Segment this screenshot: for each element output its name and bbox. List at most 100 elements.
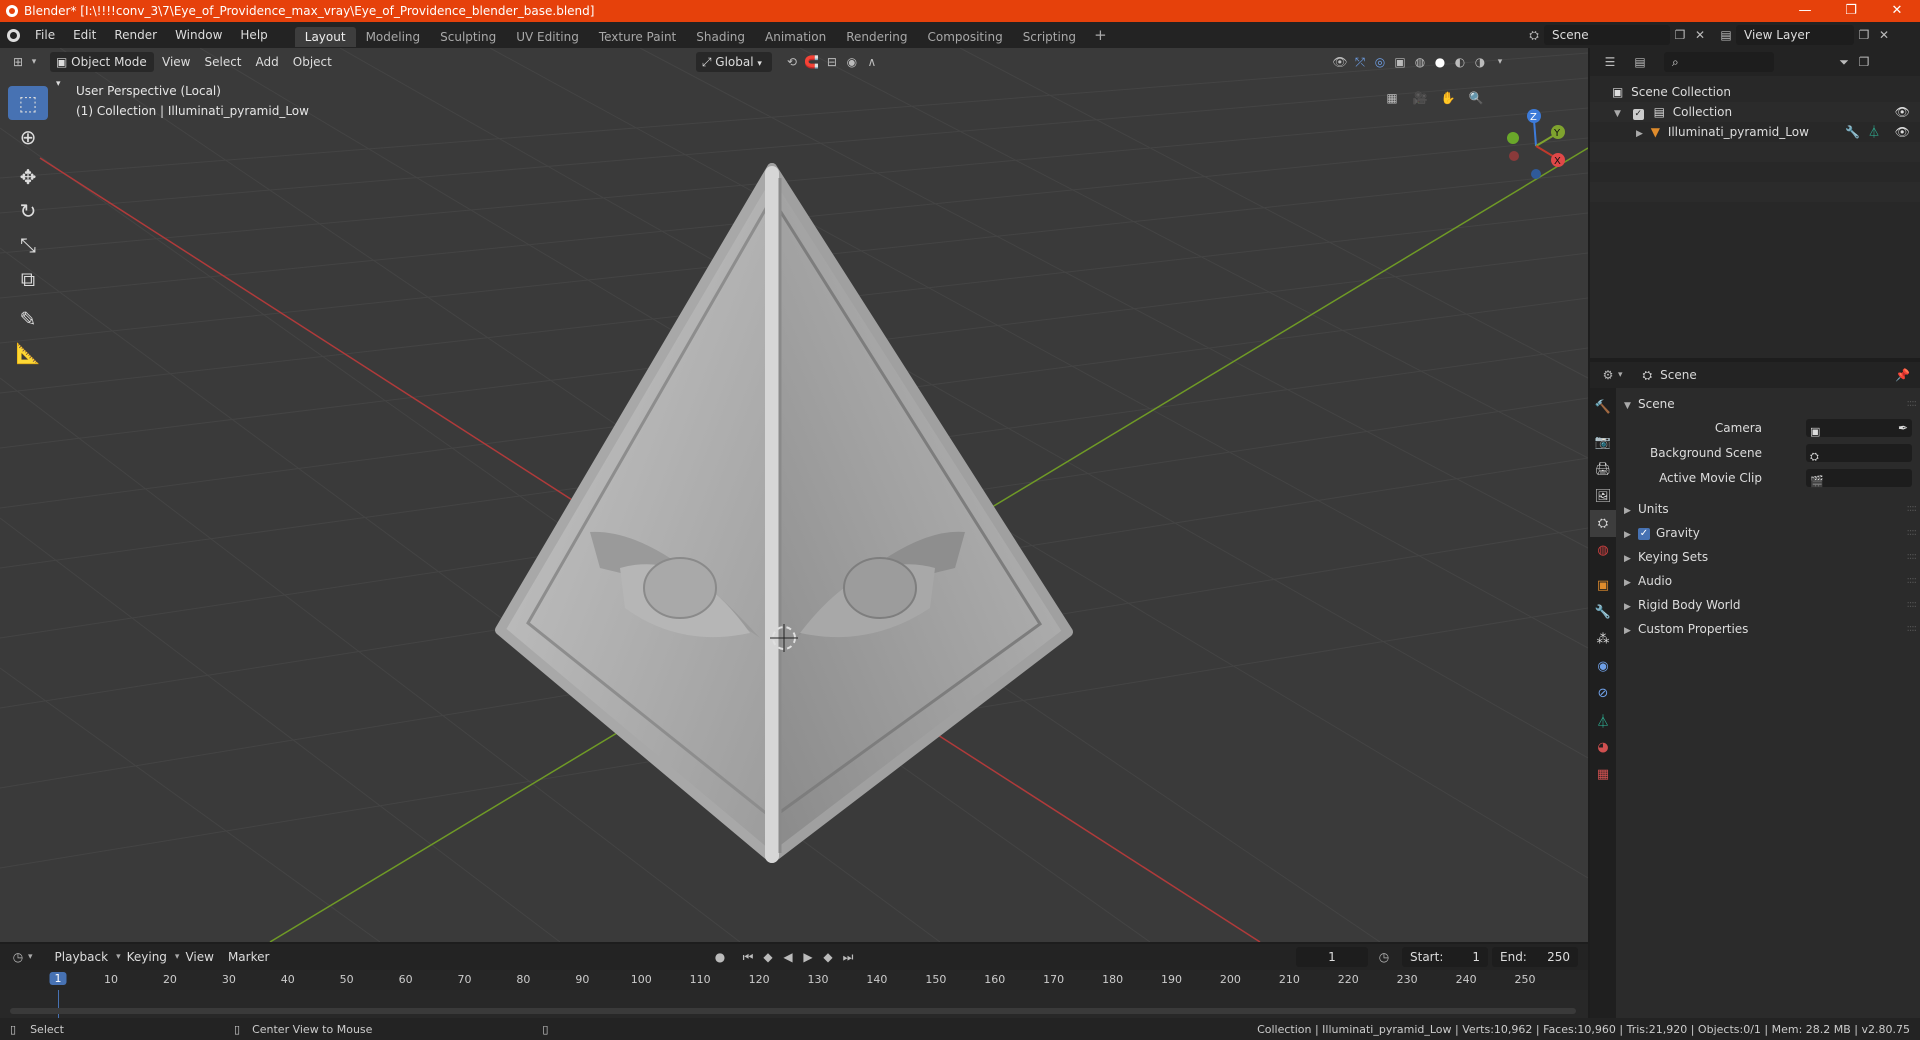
cursor-tool-icon[interactable]: ⊕	[8, 120, 48, 154]
scale-tool-icon[interactable]: ⤡	[8, 228, 48, 262]
view-layer-icon[interactable]: ▤	[1716, 25, 1736, 45]
play-reverse-icon[interactable]: ◀	[778, 947, 798, 967]
chevron-down-icon[interactable]: ▾	[1618, 370, 1623, 380]
tab-object-icon[interactable]: ▣	[1590, 572, 1616, 599]
timeline-scrollbar[interactable]	[10, 1008, 1576, 1014]
tab-texture-paint[interactable]: Texture Paint	[589, 27, 686, 47]
filter-icon[interactable]: ⏷	[1834, 52, 1854, 72]
tab-view-layer-icon[interactable]: 🖼	[1590, 483, 1616, 510]
outliner-object[interactable]: ▶ ▼ Illuminati_pyramid_Low 🔧 ⏃ 👁	[1590, 122, 1920, 142]
menu-add[interactable]: Add	[250, 52, 285, 72]
move-tool-icon[interactable]: ✥	[8, 160, 48, 194]
measure-tool-icon[interactable]: 📐	[8, 336, 48, 370]
shading-options-icon[interactable]: ▾	[1490, 52, 1510, 72]
record-icon[interactable]: ●	[710, 947, 730, 967]
units-panel[interactable]: ▶ Units::::	[1624, 497, 1920, 521]
jump-start-icon[interactable]: ⏮	[738, 947, 758, 967]
snap-icon[interactable]: 🧲	[802, 52, 822, 72]
collection-checkbox[interactable]: ✓	[1632, 109, 1644, 120]
menu-object[interactable]: Object	[287, 52, 338, 72]
menu-help[interactable]: Help	[231, 22, 276, 48]
transform-tool-icon[interactable]: ⧉	[8, 262, 48, 296]
outliner-search-input[interactable]: ⌕	[1664, 52, 1774, 72]
menu-marker[interactable]: Marker	[222, 947, 275, 967]
camera-field[interactable]: ▣ ✒	[1806, 416, 1912, 440]
chevron-down-icon[interactable]: ▾	[28, 52, 40, 72]
editor-type-icon[interactable]: ⊞	[8, 52, 28, 72]
active-movie-clip-field[interactable]: 🎬	[1806, 469, 1912, 488]
tab-tool-icon[interactable]: 🔨	[1590, 394, 1616, 421]
tab-shading[interactable]: Shading	[686, 27, 755, 47]
menu-keying[interactable]: Keying	[121, 947, 173, 967]
scene-field[interactable]: Scene	[1544, 25, 1670, 45]
menu-view[interactable]: View	[156, 52, 196, 72]
material-shading-icon[interactable]: ◐	[1450, 52, 1470, 72]
tab-particles-icon[interactable]: ⁂	[1590, 626, 1616, 653]
tab-modifiers-icon[interactable]: 🔧	[1590, 599, 1616, 626]
pin-icon[interactable]: 📌	[1895, 368, 1910, 382]
menu-window[interactable]: Window	[166, 22, 231, 48]
tab-sculpting[interactable]: Sculpting	[430, 27, 506, 47]
snap-target-icon[interactable]: ⊟	[822, 52, 842, 72]
menu-select[interactable]: Select	[198, 52, 247, 72]
menu-edit[interactable]: Edit	[64, 22, 105, 48]
gizmo-toggle-icon[interactable]: ⤱	[1350, 52, 1370, 72]
frame-ruler[interactable]: 1 10 20 30 40 50 60 70 80 90 100 110 120 130 140 150 160…	[0, 970, 1588, 990]
background-scene-field[interactable]: ⛭	[1806, 444, 1912, 463]
preview-range-icon[interactable]: ◷	[1374, 947, 1394, 967]
tab-material-icon[interactable]: ◕	[1590, 734, 1616, 761]
outliner-editor-icon[interactable]: ☰	[1600, 52, 1620, 72]
pan-hand-icon[interactable]: ✋	[1438, 88, 1458, 108]
tab-layout[interactable]: Layout	[294, 26, 356, 47]
chevron-down-icon[interactable]: ▾	[28, 952, 33, 962]
tab-world-icon[interactable]: ◍	[1590, 537, 1616, 564]
eyedropper-icon[interactable]: ✒	[1898, 416, 1908, 440]
camera-view-icon[interactable]: 🎥	[1410, 88, 1430, 108]
menu-playback[interactable]: Playback	[49, 947, 115, 967]
tab-uv-editing[interactable]: UV Editing	[506, 27, 589, 47]
solid-shading-icon[interactable]: ●	[1430, 52, 1450, 72]
rotate-tool-icon[interactable]: ↻	[8, 194, 48, 228]
object-eye-icon[interactable]: 👁	[1895, 122, 1910, 142]
menu-file[interactable]: File	[26, 22, 64, 48]
overlay-toggle-icon[interactable]: ◎	[1370, 52, 1390, 72]
tab-texture-icon[interactable]: ▦	[1590, 761, 1616, 788]
view-layer-field[interactable]: View Layer	[1736, 25, 1854, 45]
custom-properties-panel[interactable]: ▶ Custom Properties::::	[1624, 617, 1920, 641]
minimize-button[interactable]: —	[1782, 0, 1828, 22]
tab-output-icon[interactable]: 🖨	[1590, 456, 1616, 483]
scene-icon[interactable]: ⛭	[1524, 25, 1544, 45]
annotate-tool-icon[interactable]: ✎	[8, 302, 48, 336]
properties-editor-icon[interactable]: ⚙	[1598, 365, 1618, 385]
transform-orientation[interactable]: ⤢ Global ▾	[695, 52, 772, 72]
close-button[interactable]: ✕	[1874, 0, 1920, 22]
collection-eye-icon[interactable]: 👁	[1895, 102, 1910, 122]
next-keyframe-icon[interactable]: ◆	[818, 947, 838, 967]
falloff-icon[interactable]: ∧	[862, 52, 882, 72]
ortho-toggle-icon[interactable]: ▦	[1382, 88, 1402, 108]
outliner-scene-collection[interactable]: ▣ Scene Collection	[1590, 82, 1920, 102]
tab-render-icon[interactable]: 📷	[1590, 429, 1616, 456]
pivot-point-icon[interactable]: ⟲	[782, 52, 802, 72]
collapse-triangle-icon[interactable]: ▶	[1636, 129, 1643, 139]
modifier-wrench-icon[interactable]: 🔧	[1845, 122, 1860, 142]
new-scene-icon[interactable]: ❐	[1670, 25, 1690, 45]
mode-selector[interactable]: ▣ Object Mode ▾	[50, 52, 154, 89]
play-icon[interactable]: ▶	[798, 947, 818, 967]
tab-physics-icon[interactable]: ◉	[1590, 653, 1616, 680]
visibility-icon[interactable]: 👁	[1330, 52, 1350, 72]
tab-compositing[interactable]: Compositing	[917, 27, 1012, 47]
scene-panel-header[interactable]: ▼ Scene ::::	[1624, 392, 1920, 416]
maximize-button[interactable]: ❐	[1828, 0, 1874, 22]
display-mode-icon[interactable]: ▤	[1630, 52, 1650, 72]
outliner-collection[interactable]: ▼ ✓ ▤ Collection 👁	[1590, 102, 1920, 122]
rendered-shading-icon[interactable]: ◑	[1470, 52, 1490, 72]
blender-menu-icon[interactable]	[0, 22, 26, 48]
xray-icon[interactable]: ▣	[1390, 52, 1410, 72]
tab-data-icon[interactable]: ⏃	[1590, 707, 1616, 734]
keying-sets-panel[interactable]: ▶ Keying Sets::::	[1624, 545, 1920, 569]
end-frame-field[interactable]: End: 250	[1492, 947, 1578, 967]
menu-render[interactable]: Render	[105, 22, 166, 48]
menu-timeline-view[interactable]: View	[179, 947, 219, 967]
proportional-edit-icon[interactable]: ◉	[842, 52, 862, 72]
